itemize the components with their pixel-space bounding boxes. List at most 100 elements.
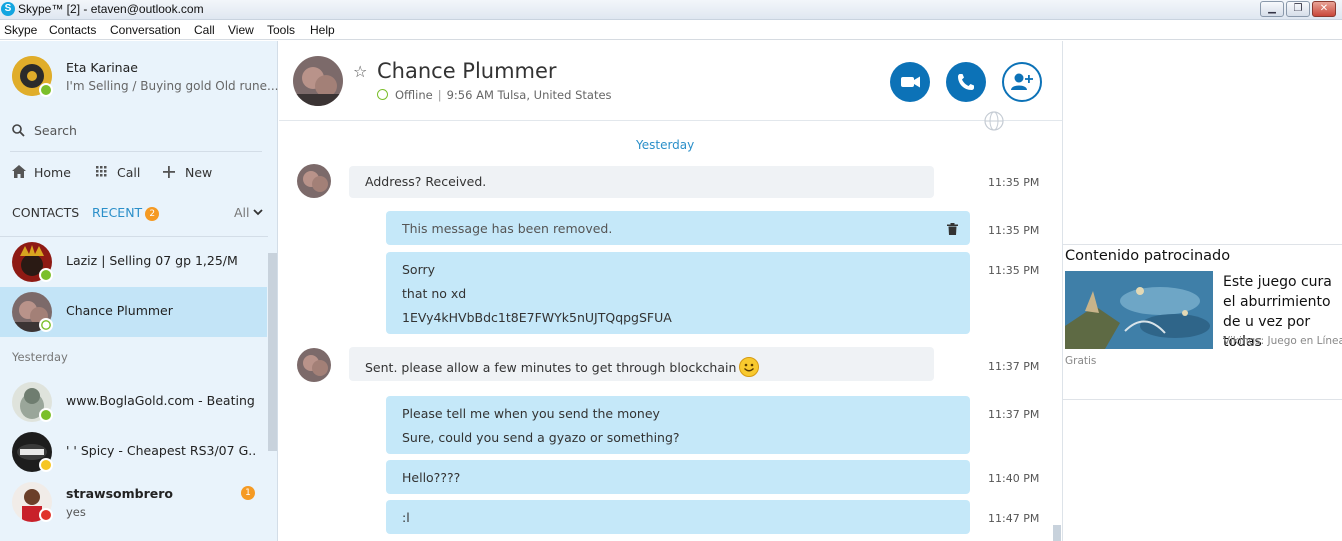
smile-emoticon-icon: [739, 357, 760, 377]
message-time: 11:35 PM: [988, 264, 1040, 277]
away-status-icon: [39, 458, 53, 472]
filter-dropdown[interactable]: All: [234, 205, 263, 220]
message-text: Sent. please allow a few minutes to get …: [365, 357, 760, 377]
sender-avatar: [297, 164, 331, 198]
message-incoming[interactable]: Address? Received.: [349, 166, 934, 198]
search-icon: [12, 124, 25, 137]
contact-name: Laziz | Selling 07 gp 1,25/M: [66, 253, 238, 268]
chat-scrollbar[interactable]: [1053, 525, 1061, 541]
ad-image[interactable]: [1065, 271, 1213, 349]
message-text: :l: [402, 510, 410, 525]
message-outgoing-removed[interactable]: This message has been removed.: [386, 211, 970, 245]
message-outgoing[interactable]: Please tell me when you send the money S…: [386, 396, 970, 454]
nav-home[interactable]: Home: [12, 165, 71, 180]
message-time: 11:47 PM: [988, 512, 1040, 525]
search-box[interactable]: Search: [12, 123, 77, 138]
chat-contact-name: Chance Plummer: [377, 59, 557, 83]
favorite-star-icon[interactable]: ☆: [353, 62, 367, 81]
status-text: Offline: [395, 88, 433, 102]
sidebar-scrollbar[interactable]: [268, 253, 277, 451]
message-outgoing[interactable]: Hello????: [386, 460, 970, 494]
header-divider: [279, 120, 1062, 121]
contact-name: Chance Plummer: [66, 303, 173, 318]
trash-icon[interactable]: [947, 223, 958, 235]
message-text: Please tell me when you send the money: [402, 406, 660, 421]
sender-avatar: [297, 348, 331, 382]
unread-badge: 1: [241, 486, 255, 500]
video-camera-icon: [901, 76, 920, 88]
tab-recent[interactable]: RECENT 2: [92, 205, 160, 221]
message-text: This message has been removed.: [402, 221, 613, 236]
dialpad-icon: [96, 166, 107, 177]
conversation-pane: ☆ Chance Plummer Offline | 9:56 AM Tulsa, …: [279, 41, 1063, 541]
contact-item-selected[interactable]: Chance Plummer: [0, 287, 267, 337]
message-time: 11:35 PM: [988, 224, 1040, 237]
contact-item[interactable]: ' ' Spicy - Cheapest RS3/07 G...: [0, 427, 267, 477]
restore-button[interactable]: ❐: [1286, 1, 1310, 17]
contact-item[interactable]: strawsombrero yes 1: [0, 477, 267, 527]
menu-skype[interactable]: Skype: [4, 23, 37, 37]
message-text: Address? Received.: [365, 174, 487, 189]
sponsored-ad[interactable]: Contenido patrocinado Este juego cura el…: [1063, 244, 1342, 400]
filter-label: All: [234, 205, 250, 220]
local-time: 9:56 AM Tulsa, United States: [446, 88, 612, 102]
section-yesterday: Yesterday: [12, 350, 68, 364]
chevron-down-icon: [252, 209, 263, 216]
add-contact-icon: [1011, 73, 1033, 90]
offline-status-icon: [377, 89, 388, 100]
message-outgoing[interactable]: :l: [386, 500, 970, 534]
ad-price: Gratis: [1065, 355, 1097, 367]
divider: [10, 151, 262, 152]
message-time: 11:40 PM: [988, 472, 1040, 485]
nav-new[interactable]: New: [163, 165, 212, 180]
contact-item[interactable]: www.BoglaGold.com - Beating...: [0, 377, 267, 427]
nav-home-label: Home: [34, 165, 71, 180]
message-time: 11:35 PM: [988, 176, 1040, 189]
message-text: Sure, could you send a gyazo or somethin…: [402, 430, 680, 445]
phone-icon: [958, 74, 974, 90]
menu-help[interactable]: Help: [310, 23, 335, 37]
nav-call[interactable]: Call: [96, 165, 140, 180]
online-status-icon: [39, 408, 53, 422]
menu-call[interactable]: Call: [194, 23, 215, 37]
tab-contacts[interactable]: CONTACTS: [12, 205, 79, 220]
contact-preview: yes: [66, 505, 86, 519]
contact-item[interactable]: Laziz | Selling 07 gp 1,25/M: [0, 237, 267, 287]
video-call-button[interactable]: [890, 62, 930, 102]
search-label: Search: [34, 123, 77, 138]
message-outgoing[interactable]: Sorry that no xd 1EVy4kHVbBdc1t8E7FWYk5n…: [386, 252, 970, 334]
voice-call-button[interactable]: [946, 62, 986, 102]
recent-count-badge: 2: [145, 207, 160, 221]
ad-heading: Contenido patrocinado: [1065, 248, 1231, 264]
contact-name: www.BoglaGold.com - Beating...: [66, 393, 256, 408]
menu-bar: Skype Contacts Conversation Call View To…: [0, 20, 1342, 40]
chat-contact-status: Offline | 9:56 AM Tulsa, United States: [377, 88, 612, 102]
message-time: 11:37 PM: [988, 360, 1040, 373]
home-icon: [12, 165, 26, 178]
message-text: that no xd: [402, 286, 467, 301]
profile-name[interactable]: Eta Karinae: [66, 60, 138, 75]
contact-name: ' ' Spicy - Cheapest RS3/07 G...: [66, 443, 256, 458]
add-people-button[interactable]: [1002, 62, 1042, 102]
skype-logo-icon: S: [1, 2, 15, 16]
sidebar: Eta Karinae I'm Selling / Buying gold Ol…: [0, 41, 278, 541]
chat-contact-avatar[interactable]: [293, 56, 343, 106]
close-button[interactable]: ✕: [1312, 1, 1336, 17]
offline-status-icon: [39, 318, 53, 332]
menu-tools[interactable]: Tools: [267, 23, 295, 37]
nav-call-label: Call: [117, 165, 141, 180]
menu-contacts[interactable]: Contacts: [49, 23, 96, 37]
menu-view[interactable]: View: [228, 23, 254, 37]
menu-conversation[interactable]: Conversation: [110, 23, 181, 37]
globe-icon: [984, 111, 1004, 131]
contact-name: strawsombrero: [66, 486, 173, 501]
online-status-icon: [39, 83, 53, 97]
profile-mood[interactable]: I'm Selling / Buying gold Old rune...: [66, 79, 278, 93]
plus-icon: [163, 166, 175, 178]
message-text: Hello????: [402, 470, 461, 485]
minimize-button[interactable]: ▁: [1260, 1, 1284, 17]
message-text: Sorry: [402, 262, 436, 277]
message-incoming[interactable]: Sent. please allow a few minutes to get …: [349, 347, 934, 381]
nav-new-label: New: [185, 165, 213, 180]
day-divider: Yesterday: [636, 138, 695, 152]
